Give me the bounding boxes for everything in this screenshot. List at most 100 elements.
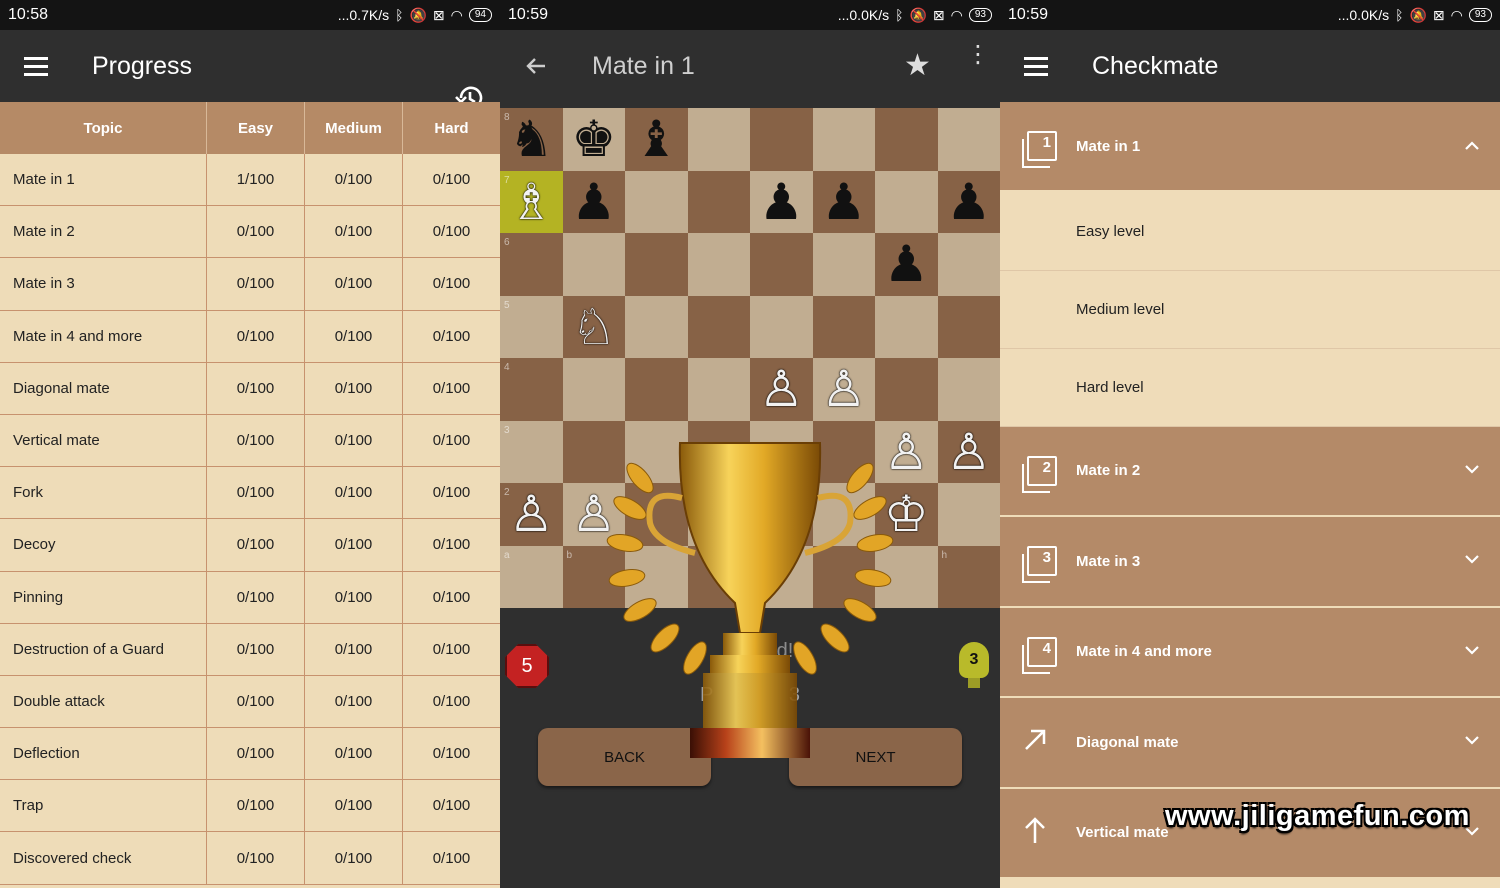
white-piece-icon[interactable]: ♙: [821, 364, 866, 414]
square-b6[interactable]: [562, 233, 625, 296]
square-f3[interactable]: [812, 420, 875, 483]
square-f7[interactable]: ♟: [812, 170, 875, 233]
square-c6[interactable]: [625, 233, 688, 296]
square-c4[interactable]: [625, 358, 688, 421]
level-item[interactable]: Easy level: [1000, 193, 1500, 271]
square-f4[interactable]: ♙: [812, 358, 875, 421]
square-b1[interactable]: b: [562, 545, 625, 608]
square-d7[interactable]: [687, 170, 750, 233]
table-row[interactable]: Vertical mate 0/100 0/100 0/100: [0, 414, 500, 468]
table-row[interactable]: Trap 0/100 0/100 0/100: [0, 780, 500, 833]
square-a2[interactable]: 2 ♙: [500, 483, 563, 546]
white-piece-icon[interactable]: ♙: [509, 489, 554, 539]
overflow-menu-icon[interactable]: ⋮: [966, 43, 990, 67]
table-row[interactable]: Diagonal mate 0/100 0/100 0/100: [0, 362, 500, 415]
white-piece-icon[interactable]: ♘: [571, 302, 616, 352]
square-b3[interactable]: [562, 420, 625, 483]
back-button[interactable]: BACK: [538, 728, 711, 786]
square-f6[interactable]: [812, 233, 875, 296]
square-g8[interactable]: [875, 108, 938, 171]
black-piece-icon[interactable]: ♟: [884, 239, 929, 289]
next-button[interactable]: NEXT: [789, 728, 962, 786]
square-g6[interactable]: ♟: [875, 233, 938, 296]
table-row[interactable]: Fork 0/100 0/100 0/100: [0, 467, 500, 520]
square-g3[interactable]: ♙: [875, 420, 938, 483]
square-h8[interactable]: [937, 108, 1000, 171]
black-piece-icon[interactable]: ♚: [571, 114, 616, 164]
menu-icon[interactable]: [24, 57, 48, 81]
square-d2[interactable]: [687, 483, 750, 546]
square-d3[interactable]: [687, 420, 750, 483]
black-piece-icon[interactable]: ♟: [571, 177, 616, 227]
accordion-header[interactable]: 4 Mate in 4 and more: [1000, 607, 1500, 698]
square-h5[interactable]: [937, 295, 1000, 358]
white-piece-icon[interactable]: ♙: [946, 427, 991, 477]
table-row[interactable]: Mate in 3 0/100 0/100 0/100: [0, 258, 500, 311]
table-row[interactable]: Mate in 4 and more 0/100 0/100 0/100: [0, 310, 500, 363]
square-f2[interactable]: [812, 483, 875, 546]
square-f1[interactable]: [812, 545, 875, 608]
square-g4[interactable]: [875, 358, 938, 421]
white-piece-icon[interactable]: ♙: [884, 427, 929, 477]
square-d1[interactable]: [687, 545, 750, 608]
square-f8[interactable]: [812, 108, 875, 171]
square-h6[interactable]: [937, 233, 1000, 296]
square-b4[interactable]: [562, 358, 625, 421]
square-d6[interactable]: [687, 233, 750, 296]
square-e2[interactable]: [750, 483, 813, 546]
square-h4[interactable]: [937, 358, 1000, 421]
table-row[interactable]: Destruction of a Guard 0/100 0/100 0/100: [0, 623, 500, 676]
square-d4[interactable]: [687, 358, 750, 421]
back-arrow-icon[interactable]: [524, 54, 548, 78]
square-g7[interactable]: [875, 170, 938, 233]
chess-board[interactable]: 8 ♞ ♚ ♝ 7 ♗ ♟ ♟ ♟ ♟ 6 ♟ 5 ♘ 4 ♙ ♙ 3 ♙ ♙ 2 ♙ ♙ ♔ a b h: [500, 108, 1000, 608]
square-c7[interactable]: [625, 170, 688, 233]
menu-icon[interactable]: [1024, 57, 1048, 81]
square-e3[interactable]: [750, 420, 813, 483]
square-b7[interactable]: ♟: [562, 170, 625, 233]
level-item[interactable]: Hard level: [1000, 349, 1500, 427]
accordion-header[interactable]: 3 Mate in 3: [1000, 517, 1500, 608]
hint-bulb-icon[interactable]: 3: [959, 642, 989, 688]
square-e8[interactable]: [750, 108, 813, 171]
table-row[interactable]: Mate in 2 0/100 0/100 0/100: [0, 206, 500, 259]
square-c2[interactable]: [625, 483, 688, 546]
accordion-header[interactable]: Diagonal mate: [1000, 698, 1500, 789]
black-piece-icon[interactable]: ♟: [946, 177, 991, 227]
black-piece-icon[interactable]: ♟: [759, 177, 804, 227]
square-a6[interactable]: 6: [500, 233, 563, 296]
square-c3[interactable]: [625, 420, 688, 483]
square-c1[interactable]: [625, 545, 688, 608]
square-e4[interactable]: ♙: [750, 358, 813, 421]
square-g5[interactable]: [875, 295, 938, 358]
table-row[interactable]: Double attack 0/100 0/100 0/100: [0, 675, 500, 729]
white-piece-icon[interactable]: ♙: [759, 364, 804, 414]
square-a5[interactable]: 5: [500, 295, 563, 358]
white-piece-icon[interactable]: ♙: [571, 489, 616, 539]
square-a4[interactable]: 4: [500, 358, 563, 421]
star-icon[interactable]: ★: [904, 48, 931, 83]
square-a7[interactable]: 7 ♗: [500, 170, 563, 233]
square-d5[interactable]: [687, 295, 750, 358]
square-d8[interactable]: [687, 108, 750, 171]
square-b5[interactable]: ♘: [562, 295, 625, 358]
square-a1[interactable]: a: [500, 545, 563, 608]
accordion-header[interactable]: 1 Mate in 1: [1000, 102, 1500, 192]
white-piece-icon[interactable]: ♔: [884, 489, 929, 539]
square-g1[interactable]: [875, 545, 938, 608]
square-h7[interactable]: ♟: [937, 170, 1000, 233]
table-row[interactable]: Discovered check 0/100 0/100 0/100: [0, 832, 500, 885]
square-c5[interactable]: [625, 295, 688, 358]
square-h2[interactable]: [937, 483, 1000, 546]
square-e5[interactable]: [750, 295, 813, 358]
table-row[interactable]: Mate in 1 1/100 0/100 0/100: [0, 154, 500, 207]
accordion-header[interactable]: 2 Mate in 2: [1000, 426, 1500, 517]
square-e7[interactable]: ♟: [750, 170, 813, 233]
black-piece-icon[interactable]: ♟: [821, 177, 866, 227]
table-row[interactable]: Pinning 0/100 0/100 0/100: [0, 571, 500, 624]
white-piece-icon[interactable]: ♗: [509, 177, 554, 227]
black-piece-icon[interactable]: ♝: [634, 114, 679, 164]
square-b8[interactable]: ♚: [562, 108, 625, 171]
square-h3[interactable]: ♙: [937, 420, 1000, 483]
square-f5[interactable]: [812, 295, 875, 358]
